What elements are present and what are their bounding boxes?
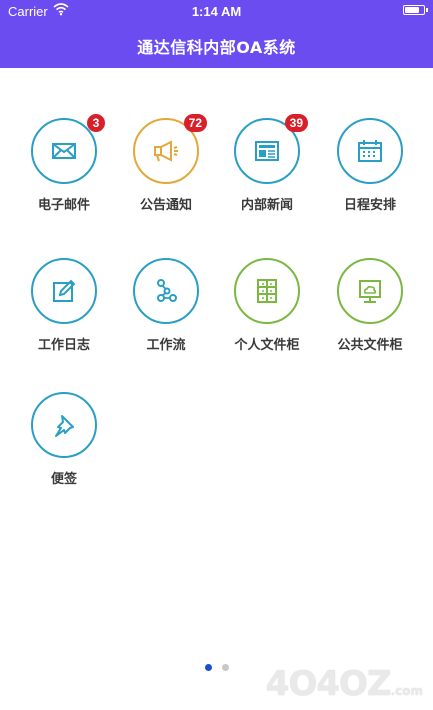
grid-item-circle[interactable] — [31, 392, 97, 458]
watermark-suffix: .com — [390, 684, 423, 698]
grid-item-circle[interactable]: 39 — [234, 114, 308, 184]
page-dot[interactable] — [204, 664, 212, 671]
battery-fill — [405, 7, 419, 13]
notification-badge: 3 — [87, 114, 105, 132]
grid-item-circle[interactable] — [337, 118, 403, 184]
battery-icon — [403, 5, 428, 15]
grid-item[interactable]: 72 公告通知 — [115, 114, 217, 213]
grid-item-circle[interactable] — [133, 258, 199, 324]
watermark-text: 4O4OZ — [265, 664, 392, 704]
grid-item[interactable]: 39 内部新闻 — [216, 114, 318, 213]
grid-item-label: 公共文件柜 — [337, 338, 403, 353]
grid-item[interactable]: 个人文件柜 — [216, 258, 318, 353]
grid-item[interactable]: 3 电子邮件 — [13, 114, 115, 213]
grid-item[interactable]: 公共文件柜 — [319, 258, 421, 353]
status-time: 1:14 AM — [191, 4, 242, 19]
notification-badge: 39 — [284, 114, 308, 132]
page-title: 通达信科内部OA系统 — [137, 38, 296, 57]
grid-item-circle[interactable]: 72 — [133, 114, 207, 184]
notification-badge: 72 — [183, 114, 207, 132]
grid-item-circle[interactable] — [31, 258, 97, 324]
grid-item-circle[interactable] — [234, 258, 300, 324]
app-header: Carrier 1:14 AM 通达信科内部OA系统 — [0, 0, 433, 68]
grid-item-label: 日程安排 — [343, 198, 396, 213]
grid-item[interactable]: 日程安排 — [319, 118, 421, 213]
page-dot[interactable] — [221, 664, 229, 671]
grid-item-label: 公告通知 — [139, 198, 192, 213]
grid-item-label: 电子邮件 — [37, 198, 90, 213]
grid-item-circle[interactable]: 3 — [31, 114, 105, 184]
grid-item-label: 个人文件柜 — [234, 338, 300, 353]
grid-item[interactable]: 工作日志 — [13, 258, 115, 353]
grid-item[interactable]: 工作流 — [115, 258, 217, 353]
status-bar: Carrier 1:14 AM — [0, 0, 433, 22]
grid-item[interactable]: 便签 — [13, 392, 115, 487]
watermark-logo: 4O4OZ.com — [266, 664, 423, 704]
grid-item-circle[interactable] — [337, 258, 403, 324]
grid-item-label: 工作流 — [146, 338, 186, 353]
grid-item-label: 工作日志 — [37, 338, 90, 353]
grid-item-label: 内部新闻 — [240, 198, 293, 213]
grid-item-label: 便签 — [50, 472, 77, 487]
battery-tip — [426, 8, 428, 12]
